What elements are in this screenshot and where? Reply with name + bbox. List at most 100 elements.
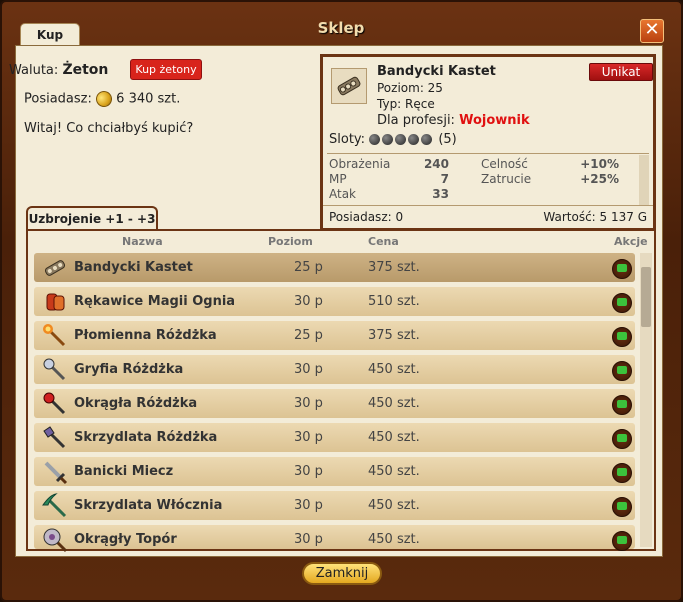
item-price: 450 szt. — [368, 430, 420, 445]
tooltip-owned: Posiadasz: 0 — [329, 210, 404, 224]
slot-icon — [421, 134, 433, 145]
item-level: 30 p — [294, 362, 323, 377]
brass-knuckles-icon — [331, 68, 367, 104]
tooltip-value: Wartość: 5 137 G — [543, 210, 647, 224]
buy-tokens-button[interactable]: Kup żetony — [130, 59, 202, 80]
item-level: 25 p — [294, 260, 323, 275]
item-price: 450 szt. — [368, 362, 420, 377]
stat-value: 7 — [440, 172, 449, 186]
close-icon[interactable]: ✕ — [640, 19, 664, 43]
rarity-badge: Unikat — [589, 63, 653, 81]
tooltip-footer: Posiadasz: 0 Wartość: 5 137 G — [323, 205, 653, 228]
buy-icon[interactable] — [612, 361, 632, 381]
flame-wand-icon — [42, 323, 68, 349]
slots-label: Sloty: — [329, 132, 366, 147]
tab-kup[interactable]: Kup — [20, 23, 80, 46]
item-row[interactable]: Okrągła Różdżka 30 p 450 szt. — [34, 389, 635, 418]
item-name: Banicki Miecz — [74, 464, 174, 479]
scrollbar-thumb[interactable] — [641, 267, 651, 327]
item-name: Rękawice Magii Ognia — [74, 294, 236, 309]
item-name: Skrzydlata Różdżka — [74, 430, 218, 445]
stat-label: Obrażenia — [329, 157, 391, 171]
owned-label: Posiadasz: — [24, 91, 92, 107]
owned-line: Posiadasz: 6 340 szt. — [24, 88, 181, 110]
item-tooltip: Bandycki Kastet Unikat Poziom: 25 Typ: R… — [320, 54, 656, 231]
buy-icon[interactable] — [612, 531, 632, 551]
item-level: 30 p — [294, 294, 323, 309]
stat-value: 33 — [432, 187, 449, 201]
window-title: Sklep — [317, 19, 365, 37]
buy-icon[interactable] — [612, 259, 632, 279]
item-price: 450 szt. — [368, 498, 420, 513]
item-level: 30 p — [294, 464, 323, 479]
slot-icon — [369, 134, 381, 145]
item-name: Skrzydlata Włócznia — [74, 498, 223, 513]
item-level: 25 p — [294, 328, 323, 343]
col-level-header: Poziom — [268, 235, 313, 248]
buy-icon[interactable] — [612, 429, 632, 449]
slot-icon — [382, 134, 394, 145]
item-price: 450 szt. — [368, 396, 420, 411]
item-level: 30 p — [294, 532, 323, 547]
coin-icon — [93, 88, 115, 110]
buy-icon[interactable] — [612, 463, 632, 483]
tooltip-profession: Dla profesji: Wojownik — [377, 113, 530, 128]
tab-category[interactable]: Uzbrojenie +1 - +3 — [26, 206, 158, 230]
list-scrollbar[interactable] — [640, 253, 652, 547]
item-level: 30 p — [294, 430, 323, 445]
slots-count: (5) — [438, 132, 457, 147]
item-name: Płomienna Różdżka — [74, 328, 217, 343]
tooltip-item-name: Bandycki Kastet — [377, 64, 496, 79]
axe-icon — [42, 527, 68, 553]
tooltip-level: Poziom: 25 — [377, 81, 443, 95]
item-name: Okrągła Różdżka — [74, 396, 198, 411]
currency-name: Żeton — [62, 62, 109, 78]
item-row[interactable]: Bandycki Kastet 25 p 375 szt. — [34, 253, 635, 282]
item-row[interactable]: Okrągły Topór 30 p 450 szt. — [34, 525, 635, 553]
spear-icon — [42, 493, 68, 519]
tooltip-slots: Sloty: (5) — [329, 132, 457, 147]
greeting: Witaj! Co chciałbyś kupić? — [24, 121, 194, 136]
item-name: Okrągły Topór — [74, 532, 177, 547]
item-name: Bandycki Kastet — [74, 260, 193, 275]
griffin-wand-icon — [42, 357, 68, 383]
stat-value: +25% — [580, 172, 619, 186]
round-wand-icon — [42, 391, 68, 417]
item-row[interactable]: Banicki Miecz 30 p 450 szt. — [34, 457, 635, 486]
winged-wand-icon — [42, 425, 68, 451]
item-level: 30 p — [294, 396, 323, 411]
owned-amount: 6 340 szt. — [116, 91, 181, 107]
item-price: 450 szt. — [368, 464, 420, 479]
col-actions-header: Akcje — [614, 235, 648, 248]
profession-value: Wojownik — [459, 113, 530, 128]
col-name-header: Nazwa — [122, 235, 163, 248]
item-row[interactable]: Rękawice Magii Ognia 30 p 510 szt. — [34, 287, 635, 316]
stat-label: MP — [329, 172, 347, 186]
item-level: 30 p — [294, 498, 323, 513]
stat-label: Atak — [329, 187, 357, 201]
item-row[interactable]: Płomienna Różdżka 25 p 375 szt. — [34, 321, 635, 350]
profession-label: Dla profesji: — [377, 113, 455, 128]
buy-icon[interactable] — [612, 395, 632, 415]
buy-icon[interactable] — [612, 327, 632, 347]
buy-icon[interactable] — [612, 497, 632, 517]
stat-value: 240 — [423, 157, 449, 171]
currency-label: Waluta: — [9, 63, 59, 78]
item-row[interactable]: Skrzydlata Różdżka 30 p 450 szt. — [34, 423, 635, 452]
tooltip-separator — [327, 153, 649, 154]
item-name: Gryfia Różdżka — [74, 362, 184, 377]
tooltip-scrollbar[interactable] — [639, 155, 649, 209]
item-price: 450 szt. — [368, 532, 420, 547]
col-price-header: Cena — [368, 235, 399, 248]
close-button[interactable]: Zamknij — [302, 562, 382, 585]
title-bar: Sklep — [6, 10, 676, 46]
item-row[interactable]: Gryfia Różdżka 30 p 450 szt. — [34, 355, 635, 384]
stat-label: Celność — [481, 157, 528, 171]
item-row[interactable]: Skrzydlata Włócznia 30 p 450 szt. — [34, 491, 635, 520]
item-price: 375 szt. — [368, 328, 420, 343]
buy-icon[interactable] — [612, 293, 632, 313]
item-price: 375 szt. — [368, 260, 420, 275]
item-list: Nazwa Poziom Cena Akcje Bandycki Kastet … — [26, 229, 656, 553]
fire-gloves-icon — [42, 289, 68, 315]
slot-icon — [395, 134, 407, 145]
